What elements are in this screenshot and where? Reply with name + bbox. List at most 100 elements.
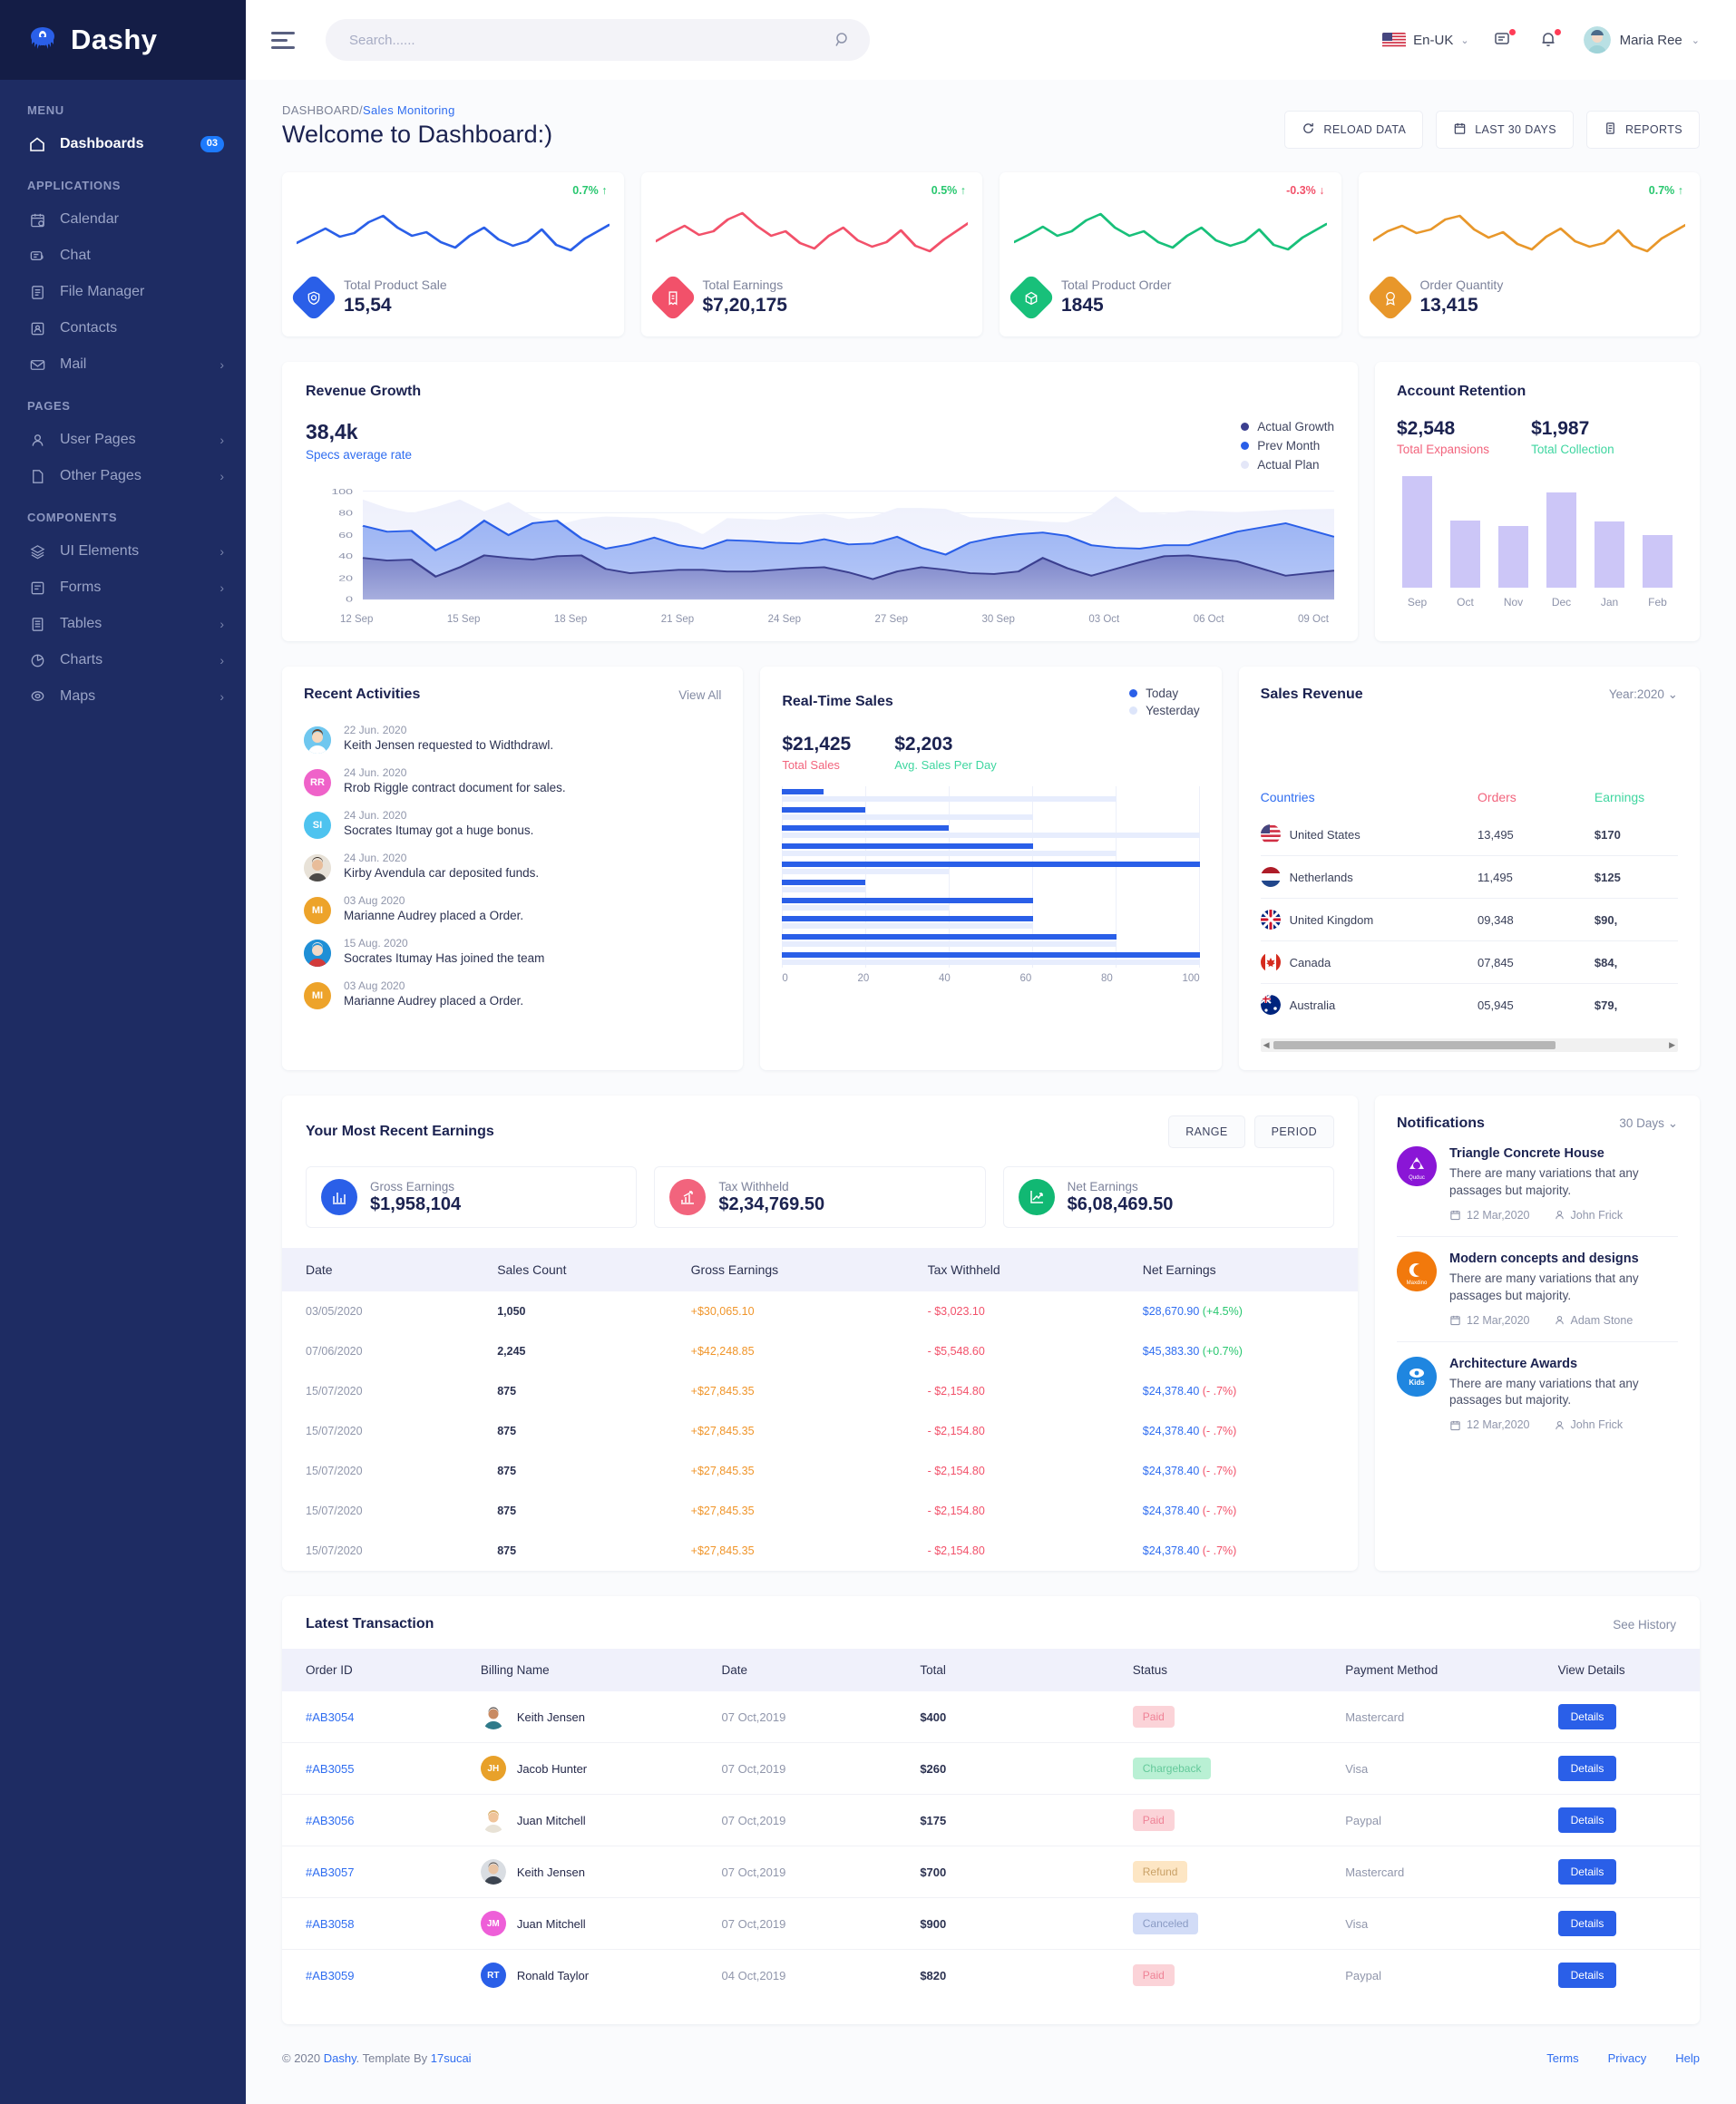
bar-group[interactable] (782, 789, 1199, 802)
search-icon[interactable] (834, 31, 852, 49)
cell-order-id[interactable]: #AB3057 (282, 1846, 481, 1898)
details-button[interactable]: Details (1557, 1911, 1617, 1936)
notification-item[interactable]: Maxdino Modern concepts and designs Ther… (1397, 1235, 1678, 1341)
cell-order-id[interactable]: #AB3059 (282, 1950, 481, 2002)
bar-group[interactable] (782, 880, 1199, 892)
list-item[interactable]: RR 24 Jun. 2020 Rrob Riggle contract docu… (304, 760, 721, 803)
bar-group[interactable] (782, 934, 1199, 947)
revenue-subtitle[interactable]: Specs average rate (306, 448, 412, 462)
net-earnings-card[interactable]: Net Earnings $6,08,469.50 (1002, 1166, 1334, 1228)
bar-column[interactable] (1402, 476, 1432, 588)
cell-order-id[interactable]: #AB3056 (282, 1794, 481, 1846)
table-row[interactable]: United States 13,495 $170 (1260, 813, 1678, 856)
table-row[interactable]: Canada 07,845 $84, (1260, 940, 1678, 984)
legend-item[interactable]: Prev Month (1241, 439, 1334, 453)
search-input[interactable] (326, 19, 870, 61)
scroll-track[interactable] (1273, 1041, 1665, 1049)
table-row[interactable]: 07/06/2020 2,245 +$42,248.85 - $5,548.60… (282, 1331, 1358, 1371)
bar-group[interactable] (782, 825, 1200, 838)
legend-item[interactable]: Yesterday (1129, 704, 1200, 717)
details-button[interactable]: Details (1557, 1756, 1617, 1781)
tax-withheld-card[interactable]: Tax Withheld $2,34,769.50 (654, 1166, 986, 1228)
bar-column[interactable] (1450, 476, 1480, 588)
table-row[interactable]: United Kingdom 09,348 $90, (1260, 898, 1678, 941)
bar-group[interactable] (782, 862, 1200, 874)
scroll-right-icon[interactable]: ▶ (1669, 1040, 1675, 1050)
table-row[interactable]: 15/07/2020 875 +$27,845.35 - $2,154.80 $… (282, 1451, 1358, 1491)
period-button[interactable]: PERIOD (1253, 1115, 1334, 1148)
table-row[interactable]: 15/07/2020 875 +$27,845.35 - $2,154.80 $… (282, 1411, 1358, 1451)
table-row[interactable]: #AB3059 RT Ronald Taylor 04 Oct,2019 $820… (282, 1950, 1700, 2002)
breadcrumb-root[interactable]: DASHBOARD/ (282, 103, 363, 117)
details-button[interactable]: Details (1557, 1807, 1617, 1833)
bar-column[interactable] (1595, 476, 1624, 588)
stat-card-total-product-order[interactable]: -0.3% ↓ Total Product Order 1845 (1000, 172, 1341, 336)
footer-author-link[interactable]: 17sucai (431, 2051, 472, 2065)
sidebar-item-chat[interactable]: Chat (0, 238, 246, 274)
cell-order-id[interactable]: #AB3054 (282, 1691, 481, 1743)
scroll-left-icon[interactable]: ◀ (1263, 1040, 1270, 1050)
footer-brand-link[interactable]: Dashy (324, 2051, 356, 2065)
year-filter[interactable]: Year:2020 ⌄ (1609, 687, 1678, 702)
user-menu[interactable]: Maria Ree ⌄ (1583, 26, 1700, 54)
table-row[interactable]: 15/07/2020 875 +$27,845.35 - $2,154.80 $… (282, 1531, 1358, 1571)
table-row[interactable]: #AB3056 Juan Mitchell 07 Oct,2019 $175 P… (282, 1794, 1700, 1846)
notification-item[interactable]: Kids Architecture Awards There are many … (1397, 1340, 1678, 1446)
see-history-link[interactable]: See History (1613, 1618, 1676, 1632)
sidebar-item-maps[interactable]: Maps › (0, 678, 246, 715)
list-item[interactable]: MI 03 Aug 2020 Marianne Audrey placed a O… (304, 973, 721, 1016)
breadcrumb-sub[interactable]: Sales Monitoring (363, 103, 455, 117)
table-row[interactable]: #AB3054 Keith Jensen 07 Oct,2019 $400 Pa… (282, 1691, 1700, 1743)
bar-group[interactable] (782, 952, 1200, 965)
table-row[interactable]: #AB3055 JH Jacob Hunter 07 Oct,2019 $260 … (282, 1742, 1700, 1795)
reports-button[interactable]: REPORTS (1586, 111, 1700, 149)
table-row[interactable]: 15/07/2020 875 +$27,845.35 - $2,154.80 $… (282, 1491, 1358, 1531)
table-row[interactable]: Netherlands 11,495 $125 (1260, 855, 1678, 899)
bar-column[interactable] (1643, 476, 1673, 588)
bar-group[interactable] (782, 843, 1199, 856)
details-button[interactable]: Details (1557, 1704, 1617, 1729)
gross-earnings-card[interactable]: Gross Earnings $1,958,104 (306, 1166, 638, 1228)
legend-item[interactable]: Today (1129, 687, 1200, 700)
sidebar-item-mail[interactable]: Mail › (0, 346, 246, 383)
sidebar-item-forms[interactable]: Forms › (0, 570, 246, 606)
stat-card-total-earnings[interactable]: 0.5% ↑ Total Earnings $7,20,175 (640, 172, 982, 336)
sidebar-item-ui-elements[interactable]: UI Elements › (0, 533, 246, 570)
last-30-days-button[interactable]: LAST 30 DAYS (1436, 111, 1574, 149)
terms-link[interactable]: Terms (1546, 2051, 1578, 2065)
messages-icon[interactable] (1493, 28, 1517, 51)
bar-column[interactable] (1498, 476, 1528, 588)
list-item[interactable]: 22 Jun. 2020 Keith Jensen requested to Wi… (304, 717, 721, 760)
bar-group[interactable] (782, 898, 1199, 911)
sidebar-item-charts[interactable]: Charts › (0, 642, 246, 678)
sidebar-item-dashboards[interactable]: Dashboards 03 (0, 126, 246, 162)
details-button[interactable]: Details (1557, 1963, 1617, 1988)
sidebar-item-file-manager[interactable]: File Manager (0, 274, 246, 310)
sidebar-item-calendar[interactable]: Calendar (0, 201, 246, 238)
sidebar-item-other-pages[interactable]: Other Pages › (0, 458, 246, 494)
menu-toggle-icon[interactable] (271, 31, 295, 49)
sidebar-item-contacts[interactable]: Contacts (0, 310, 246, 346)
stat-card-order-quantity[interactable]: 0.7% ↑ Order Quantity 13,415 (1358, 172, 1700, 336)
view-all-link[interactable]: View All (678, 688, 721, 702)
list-item[interactable]: 24 Jun. 2020 Kirby Avendula car deposited… (304, 845, 721, 888)
language-selector[interactable]: En-UK ⌄ (1382, 32, 1469, 48)
details-button[interactable]: Details (1557, 1859, 1617, 1885)
list-item[interactable]: 15 Aug. 2020 Socrates Itumay Has joined t… (304, 930, 721, 973)
sidebar-item-user-pages[interactable]: User Pages › (0, 422, 246, 458)
legend-item[interactable]: Actual Plan (1241, 458, 1334, 472)
legend-item[interactable]: Actual Growth (1241, 420, 1334, 433)
horizontal-scrollbar[interactable]: ◀ ▶ (1260, 1038, 1678, 1052)
table-row[interactable]: 15/07/2020 875 +$27,845.35 - $2,154.80 $… (282, 1371, 1358, 1411)
scroll-thumb[interactable] (1273, 1041, 1556, 1049)
stat-card-total-product-sale[interactable]: 0.7% ↑ Total Product Sale 15,54 (282, 172, 624, 336)
cell-order-id[interactable]: #AB3058 (282, 1897, 481, 1950)
bar-group[interactable] (782, 807, 1199, 820)
privacy-link[interactable]: Privacy (1608, 2051, 1647, 2065)
brand-logo-area[interactable]: Dashy (0, 0, 246, 80)
table-row[interactable]: Australia 05,945 $79, (1260, 984, 1678, 1027)
table-row[interactable]: #AB3058 JM Juan Mitchell 07 Oct,2019 $900… (282, 1897, 1700, 1950)
sidebar-item-tables[interactable]: Tables › (0, 606, 246, 642)
reload-data-button[interactable]: RELOAD DATA (1284, 111, 1424, 149)
range-button[interactable]: RANGE (1168, 1115, 1245, 1148)
